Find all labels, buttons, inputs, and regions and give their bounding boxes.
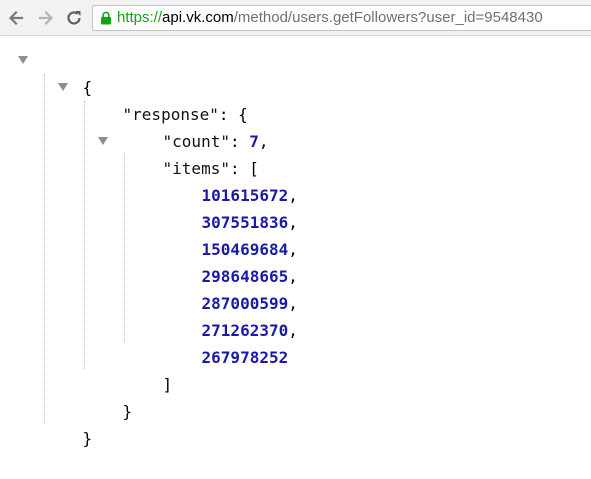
browser-toolbar: https://api.vk.com/method/users.getFollo…: [0, 0, 591, 36]
json-count-line: "count": 7,: [124, 101, 269, 151]
back-button[interactable]: [4, 6, 28, 30]
item-value: 267978252: [201, 348, 289, 367]
json-item: 267978252: [163, 317, 289, 367]
brace-close-root: }: [82, 429, 93, 448]
json-item: 298648665,: [163, 236, 298, 286]
json-response-line: "response": {: [84, 74, 248, 124]
lock-icon: [101, 11, 111, 25]
bracket-close-items: ]: [162, 375, 173, 394]
json-items-close: ]: [124, 344, 173, 394]
json-viewer: { "response": { "count": 7, "items": [ 1…: [0, 36, 591, 448]
url-host: api.vk.com: [162, 9, 234, 26]
forward-arrow-icon: [38, 10, 54, 26]
json-item: 150469684,: [163, 209, 298, 259]
reload-icon: [67, 11, 81, 25]
json-item: 287000599,: [163, 263, 298, 313]
json-root-close: }: [44, 398, 93, 448]
collapse-toggle-root[interactable]: [17, 54, 29, 66]
url-text[interactable]: https://api.vk.com/method/users.getFollo…: [117, 9, 543, 27]
json-response-close: }: [84, 371, 133, 421]
brace-close-response: }: [122, 402, 133, 421]
back-arrow-icon: [8, 10, 24, 26]
json-item: 307551836,: [163, 182, 298, 232]
json-item: 271262370,: [163, 290, 298, 340]
url-scheme: https://: [117, 9, 163, 26]
forward-button[interactable]: [34, 6, 58, 30]
reload-button[interactable]: [62, 6, 86, 30]
json-root-open: {: [44, 47, 93, 97]
json-item: 101615672,: [163, 155, 298, 205]
item-comma: ,: [288, 321, 298, 340]
count-comma: ,: [258, 132, 269, 151]
url-path: /method/users.getFollowers?user_id=95484…: [233, 9, 543, 26]
json-items-line: "items": [: [124, 128, 259, 178]
address-bar[interactable]: https://api.vk.com/method/users.getFollo…: [92, 5, 591, 31]
